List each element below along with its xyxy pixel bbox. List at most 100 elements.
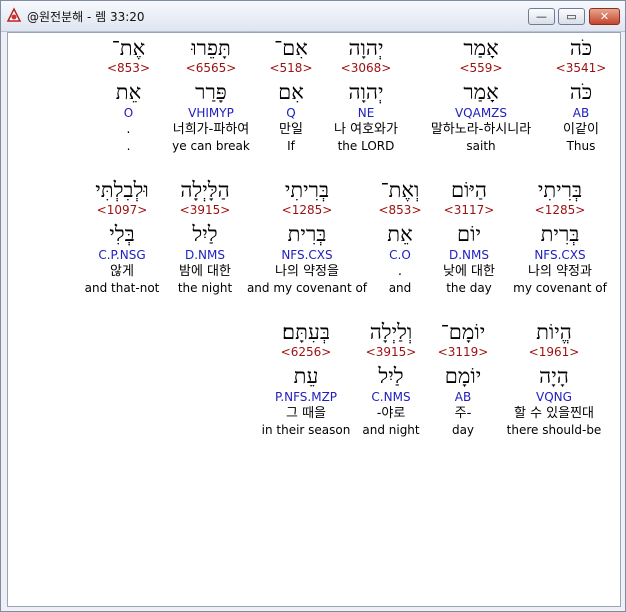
word-block[interactable]: כֹּה <3541> כֹּה AB 이같이 Thus xyxy=(546,35,616,154)
english-gloss: Thus xyxy=(566,139,596,153)
lemma: יוֹם xyxy=(457,222,481,246)
morphology[interactable]: VQAMZS xyxy=(416,106,546,121)
english-gloss: ye can break xyxy=(172,139,250,153)
english-gloss: and xyxy=(388,281,412,295)
morphology[interactable]: VHIMYP xyxy=(161,106,261,121)
morphology[interactable]: C.P.NSG xyxy=(80,248,164,263)
app-icon xyxy=(6,7,22,22)
word-block[interactable]: הַיּוֹם <3117> יוֹם D.NMS 낮에 대한 the day xyxy=(432,177,506,296)
english-gloss: my covenant of xyxy=(513,281,607,295)
lemma: כֹּה xyxy=(569,80,593,104)
word-block[interactable]: אֶת־ <853> אֵת O . . xyxy=(101,35,156,154)
strong-number[interactable]: <3117> xyxy=(432,203,506,218)
hebrew-word: הַיּוֹם xyxy=(450,178,488,202)
strong-number[interactable]: <1285> xyxy=(510,203,610,218)
word-block[interactable]: יוֹמָם־ <3119> יוֹמָם AB 주- day xyxy=(428,319,498,438)
korean-gloss: 않게 xyxy=(110,264,134,279)
lemma: אֵת xyxy=(387,222,413,246)
lemma: בְּרִית xyxy=(540,222,580,246)
korean-gloss: 나의 약정과 xyxy=(528,264,592,279)
strong-number[interactable]: <6256> xyxy=(258,345,354,360)
word-block[interactable]: תָּפֵרוּ <6565> פָּרַר VHIMYP 너희가-파하여 ye… xyxy=(161,35,261,154)
korean-gloss: 나 여호와가 xyxy=(334,122,398,137)
morphology[interactable]: NE xyxy=(321,106,411,121)
strong-number[interactable]: <559> xyxy=(416,61,546,76)
lemma: לַיִל xyxy=(192,222,218,246)
hebrew-word: הֱיוֹת xyxy=(536,320,572,344)
hebrew-word: אֶת־ xyxy=(111,36,146,60)
strong-number[interactable]: <3119> xyxy=(428,345,498,360)
strong-number[interactable]: <3915> xyxy=(354,345,428,360)
hebrew-word: אָמַר xyxy=(463,36,499,60)
hebrew-word: וְאֶת־ xyxy=(380,178,420,202)
interlinear-panel[interactable]: כֹּה <3541> כֹּה AB 이같이 Thus אָמַר <559>… xyxy=(7,32,621,607)
lemma: אֵת xyxy=(115,80,142,104)
morphology[interactable]: AB xyxy=(428,390,498,405)
strong-number[interactable]: <3915> xyxy=(168,203,242,218)
morphology[interactable]: D.NMS xyxy=(432,248,506,263)
english-gloss: the LORD xyxy=(337,139,395,153)
morphology[interactable]: P.NFS.MZP xyxy=(258,390,354,405)
lemma: אִם xyxy=(278,80,304,104)
strong-number[interactable]: <853> xyxy=(101,61,156,76)
lemma: יוֹמָם xyxy=(444,364,482,388)
word-block[interactable]: בְּעִתָּם׃ <6256> עֵת P.NFS.MZP 그 때을 in … xyxy=(258,319,354,438)
korean-gloss: 낮에 대한 xyxy=(443,264,495,279)
hebrew-word: וְלַיְלָה xyxy=(369,320,413,344)
strong-number[interactable]: <853> xyxy=(371,203,429,218)
strong-number[interactable]: <3541> xyxy=(546,61,616,76)
hebrew-word: בְּרִיתִי xyxy=(537,178,583,202)
maximize-icon: ▭ xyxy=(566,10,577,23)
english-gloss: and my covenant of xyxy=(246,281,368,295)
morphology[interactable]: NFS.CXS xyxy=(510,248,610,263)
korean-gloss: 말하노라-하시니라 xyxy=(430,122,532,137)
strong-number[interactable]: <1097> xyxy=(80,203,164,218)
window-title: @원전분해 - 렘 33:20 xyxy=(27,10,145,24)
word-block[interactable]: הֱיוֹת <1961> הָיָה VQNG 할 수 있을찐대 there … xyxy=(498,319,610,438)
english-gloss: If xyxy=(287,139,295,153)
word-block[interactable]: הַלָּיְלָה <3915> לַיִל D.NMS 밤에 대한 the … xyxy=(168,177,242,296)
korean-gloss: . xyxy=(126,122,131,137)
word-block[interactable]: בְּרִיתִי <1285> בְּרִית NFS.CXS 나의 약정과 … xyxy=(510,177,610,296)
morphology[interactable]: D.NMS xyxy=(168,248,242,263)
hebrew-word: אִם־ xyxy=(274,36,308,60)
app-window: @원전분해 - 렘 33:20 — ▭ ✕ כֹּה <3541> כֹּה A… xyxy=(0,0,626,612)
word-block[interactable]: בְּרִיתִי <1285> בְּרִית NFS.CXS 나의 약정을 … xyxy=(246,177,368,296)
morphology[interactable]: VQNG xyxy=(498,390,610,405)
minimize-button[interactable]: — xyxy=(528,8,555,25)
strong-number[interactable]: <1285> xyxy=(246,203,368,218)
english-gloss: the day xyxy=(446,281,492,295)
word-block[interactable]: וְלַיְלָה <3915> לַיִל C.NMS -야로 and nig… xyxy=(354,319,428,438)
word-block[interactable]: אִם־ <518> אִם Q 만일 If xyxy=(261,35,321,154)
maximize-button[interactable]: ▭ xyxy=(558,8,585,25)
morphology[interactable]: C.O xyxy=(371,248,429,263)
morphology[interactable]: NFS.CXS xyxy=(246,248,368,263)
strong-number[interactable]: <3068> xyxy=(321,61,411,76)
word-block[interactable]: אָמַר <559> אָמַר VQAMZS 말하노라-하시니라 saith xyxy=(416,35,546,154)
lemma: יְהוָה xyxy=(348,80,384,104)
minimize-icon: — xyxy=(536,10,547,23)
title-bar[interactable]: @원전분해 - 렘 33:20 — ▭ ✕ xyxy=(1,1,625,32)
close-button[interactable]: ✕ xyxy=(589,8,620,25)
korean-gloss: 주- xyxy=(454,406,472,421)
korean-gloss: 그 때을 xyxy=(285,406,326,421)
morphology[interactable]: AB xyxy=(546,106,616,121)
word-block[interactable]: וְאֶת־ <853> אֵת C.O . and xyxy=(371,177,429,296)
word-block[interactable]: יְהוָה <3068> יְהוָה NE 나 여호와가 the LORD xyxy=(321,35,411,154)
lemma: אָמַר xyxy=(463,80,499,104)
word-block[interactable]: וּלְבִלְתִּי <1097> בְּלִי C.P.NSG 않게 an… xyxy=(80,177,164,296)
korean-gloss: 이같이 xyxy=(563,122,599,137)
morphology[interactable]: O xyxy=(101,106,156,121)
hebrew-word: הַלָּיְלָה xyxy=(180,178,230,202)
korean-gloss: . xyxy=(397,264,403,279)
strong-number[interactable]: <6565> xyxy=(161,61,261,76)
morphology[interactable]: Q xyxy=(261,106,321,121)
morphology[interactable]: C.NMS xyxy=(354,390,428,405)
hebrew-word: יְהוָה xyxy=(348,36,384,60)
lemma: לַיִל xyxy=(378,364,404,388)
close-icon: ✕ xyxy=(599,10,610,23)
strong-number[interactable]: <1961> xyxy=(498,345,610,360)
strong-number[interactable]: <518> xyxy=(261,61,321,76)
english-gloss: in their season xyxy=(261,423,351,437)
english-gloss: the night xyxy=(177,281,233,295)
